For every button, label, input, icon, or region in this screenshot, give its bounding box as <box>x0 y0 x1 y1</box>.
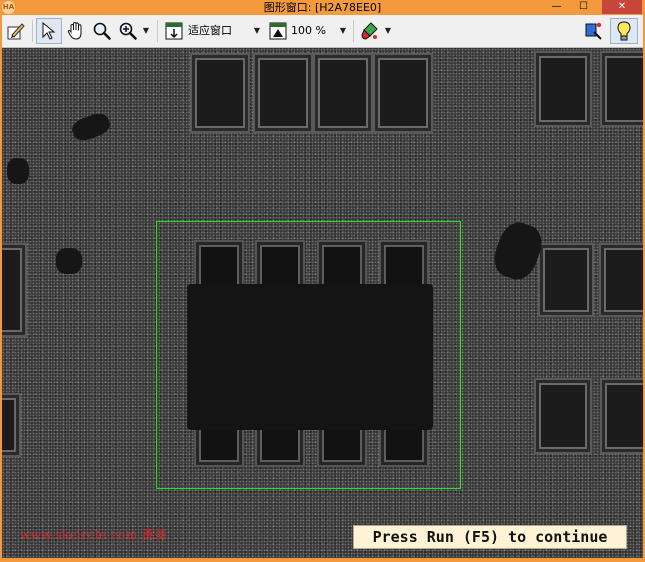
solder-pad <box>539 383 587 449</box>
fit-window-icon <box>165 22 183 40</box>
paint-tool-button[interactable] <box>358 18 382 44</box>
dark-blob <box>7 158 29 184</box>
run-prompt: Press Run (F5) to continue <box>353 525 627 549</box>
toolbar-separator <box>157 20 158 42</box>
lightbulb-icon <box>617 21 631 41</box>
pointer-tool-button[interactable] <box>36 18 62 44</box>
fit-window-label[interactable]: 适应窗口 <box>188 18 232 44</box>
solder-pad <box>195 58 245 128</box>
solder-pad <box>543 248 589 312</box>
zoom-tool-button[interactable] <box>116 18 140 44</box>
solder-pad <box>604 248 643 312</box>
close-button[interactable]: ✕ <box>602 0 642 14</box>
zoom-percent-dropdown-arrow[interactable]: ▼ <box>338 18 348 44</box>
dark-blob <box>56 248 82 274</box>
paint-dropdown-arrow[interactable]: ▼ <box>383 18 393 44</box>
minimize-button[interactable]: — <box>543 0 570 14</box>
title-bar[interactable]: HA 图形窗口: [H2A78EE0] — ☐ ✕ <box>0 0 645 15</box>
zoom-percent-label[interactable]: 100 % <box>291 18 326 44</box>
dark-blob <box>488 217 548 285</box>
toolbar-separator <box>32 20 33 42</box>
maximize-button[interactable]: ☐ <box>570 0 597 14</box>
zoom-percent-button[interactable] <box>267 18 289 44</box>
toolbar: ▼ 适应窗口 ▼ 100 % ▼ ▼ <box>2 15 643 48</box>
paint-icon <box>361 22 378 40</box>
zoom-percent-icon <box>269 22 287 40</box>
solder-pad <box>2 398 16 452</box>
pan-tool-button[interactable] <box>64 18 88 44</box>
solder-pad <box>2 248 22 332</box>
fit-window-dropdown-arrow[interactable]: ▼ <box>252 18 262 44</box>
solder-pad <box>318 58 368 128</box>
solder-pad <box>539 56 587 122</box>
pointer-icon <box>42 21 56 40</box>
zoom-in-icon <box>119 22 137 40</box>
hand-pan-icon <box>67 21 82 40</box>
solder-pad <box>258 58 308 128</box>
image-canvas[interactable]: www.skcircle.com 勇哥 Press Run (F5) to co… <box>2 48 643 558</box>
toolbar-separator <box>353 20 354 42</box>
lightbulb-button[interactable] <box>610 18 638 44</box>
solder-pad <box>605 383 643 449</box>
pin-button[interactable] <box>580 18 606 44</box>
magnifier-tool-button[interactable] <box>90 18 114 44</box>
graphics-window: HA 图形窗口: [H2A78EE0] — ☐ ✕ ▼ 适应窗口 ▼ 100 %… <box>0 0 645 562</box>
watermark: www.skcircle.com 勇哥 <box>20 528 168 542</box>
magnifier-icon <box>93 22 111 40</box>
zoom-dropdown-arrow[interactable]: ▼ <box>141 18 151 44</box>
solder-pad <box>378 58 428 128</box>
pin-icon <box>585 22 602 40</box>
dark-blob <box>69 110 113 144</box>
solder-pad <box>605 56 643 122</box>
roi-rectangle[interactable] <box>156 221 461 489</box>
fit-window-button[interactable] <box>163 18 185 44</box>
edit-tool-button[interactable] <box>4 18 28 44</box>
edit-icon <box>7 23 25 40</box>
